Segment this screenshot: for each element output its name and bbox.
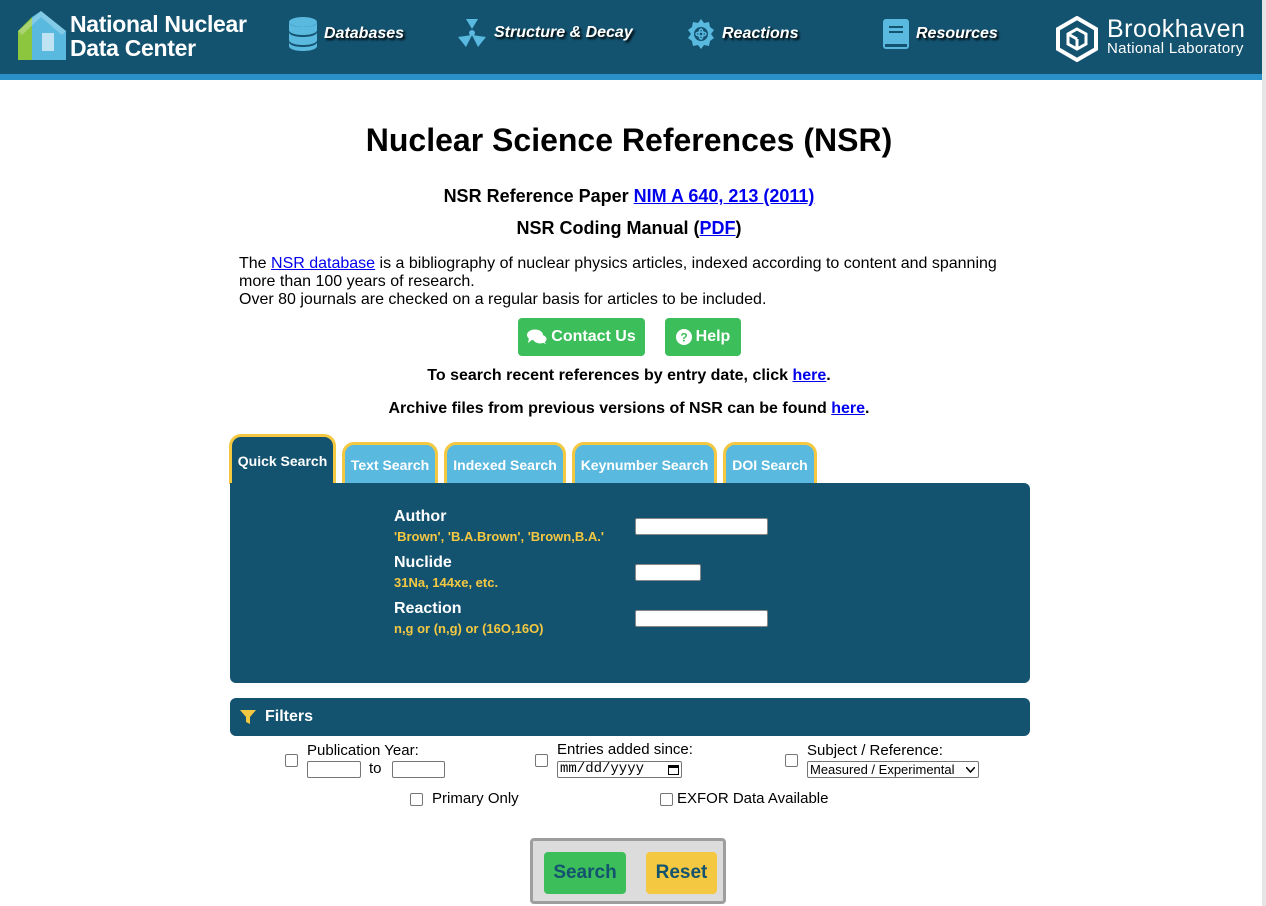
help-label: Help	[695, 328, 731, 345]
recent-suffix: .	[826, 367, 831, 384]
nav-reactions[interactable]: Reactions	[686, 17, 798, 51]
year-to-input[interactable]	[392, 761, 445, 778]
reaction-hint: n,g or (n,g) or (16O,16O)	[394, 621, 544, 636]
archive-here-link[interactable]: here	[831, 400, 865, 417]
calendar-icon	[668, 765, 679, 775]
recent-prefix: To search recent references by entry dat…	[427, 367, 793, 384]
nav-databases[interactable]: Databases	[288, 17, 404, 51]
nav-databases-label: Databases	[324, 25, 405, 42]
desc-line2: Over 80 journals are checked on a regula…	[239, 291, 767, 308]
nuclide-hint: 31Na, 144xe, etc.	[394, 575, 499, 590]
brookhaven-hex-icon	[1056, 16, 1098, 62]
subject-reference-checkbox[interactable]	[785, 754, 798, 767]
subject-reference-select[interactable]: Measured / Experimental	[807, 761, 979, 778]
archive-suffix: .	[865, 400, 870, 417]
year-to-label: to	[369, 760, 382, 777]
search-button[interactable]: Search	[544, 852, 626, 894]
author-input[interactable]	[635, 518, 768, 535]
nav-resources-label: Resources	[916, 25, 998, 42]
coding-manual-line: NSR Coding Manual (PDF)	[0, 218, 1258, 239]
year-from-input[interactable]	[307, 761, 361, 778]
logo-line2: Data Center	[70, 35, 196, 61]
nuclide-input[interactable]	[635, 564, 701, 581]
quick-search-panel: Author 'Brown', 'B.A.Brown', 'Brown,B.A.…	[230, 483, 1030, 683]
bnl-line1: Brookhaven	[1107, 15, 1246, 43]
radiation-icon	[458, 19, 486, 47]
contact-us-label: Contact Us	[551, 328, 636, 345]
header-accent-line	[0, 74, 1262, 80]
filter-icon	[240, 710, 256, 724]
subject-reference-selected: Measured / Experimental	[810, 762, 955, 777]
archive-line: Archive files from previous versions of …	[0, 400, 1258, 418]
nav-resources[interactable]: Resources	[882, 17, 998, 51]
bnl-line2: National Laboratory	[1107, 40, 1244, 57]
publication-year-label: Publication Year:	[307, 742, 419, 759]
nav-reactions-label: Reactions	[722, 25, 799, 42]
coding-manual-prefix: NSR Coding Manual (	[516, 218, 700, 238]
book-icon	[883, 19, 909, 49]
nav-structure-decay[interactable]: Structure & Decay	[456, 17, 633, 49]
archive-prefix: Archive files from previous versions of …	[388, 400, 832, 417]
action-button-box: Search Reset	[530, 838, 726, 904]
entries-since-label: Entries added since:	[557, 741, 693, 758]
chevron-down-icon	[966, 767, 975, 773]
entries-since-checkbox[interactable]	[535, 754, 548, 767]
tab-indexed-search[interactable]: Indexed Search	[444, 442, 566, 484]
tab-text-search[interactable]: Text Search	[342, 442, 438, 484]
reference-paper-link[interactable]: NIM A 640, 213 (2011)	[634, 186, 815, 206]
page-title: Nuclear Science References (NSR)	[365, 122, 893, 158]
filters-bar[interactable]: Filters	[230, 698, 1030, 736]
coding-manual-pdf-link[interactable]: PDF	[700, 218, 736, 238]
site-header: National Nuclear Data Center Databases S…	[0, 0, 1262, 74]
primary-only-checkbox[interactable]	[410, 793, 423, 806]
coding-manual-suffix: )	[735, 218, 742, 238]
reference-paper-line: NSR Reference Paper NIM A 640, 213 (2011…	[0, 186, 1258, 207]
primary-only-label: Primary Only	[432, 790, 519, 807]
nav-structure-decay-label: Structure & Decay	[494, 24, 633, 41]
filters-title: Filters	[265, 708, 314, 725]
svg-text:?: ?	[680, 331, 687, 345]
reference-paper-prefix: NSR Reference Paper	[443, 186, 634, 206]
exfor-label: EXFOR Data Available	[677, 790, 829, 807]
author-hint: 'Brown', 'B.A.Brown', 'Brown,B.A.'	[394, 529, 604, 544]
contact-us-button[interactable]: Contact Us	[518, 318, 645, 356]
nsr-database-link[interactable]: NSR database	[271, 255, 375, 272]
house-logo-icon	[16, 11, 66, 61]
reaction-input[interactable]	[635, 610, 768, 627]
entries-since-date-input[interactable]: mm/dd/yyyy	[557, 761, 682, 778]
description: The NSR database is a bibliography of nu…	[239, 255, 1019, 309]
reset-button[interactable]: Reset	[646, 852, 717, 894]
question-circle-icon: ?	[675, 329, 692, 345]
nuclide-label: Nuclide	[394, 554, 452, 571]
atom-gear-icon	[688, 19, 714, 49]
publication-year-checkbox[interactable]	[285, 754, 298, 767]
comments-icon	[527, 329, 547, 344]
recent-references-line: To search recent references by entry dat…	[0, 367, 1258, 385]
reaction-label: Reaction	[394, 600, 462, 617]
subject-reference-label: Subject / Reference:	[807, 742, 943, 759]
database-icon	[289, 17, 317, 51]
tab-quick-search[interactable]: Quick Search	[229, 434, 336, 484]
tab-keynumber-search[interactable]: Keynumber Search	[572, 442, 717, 484]
page-scrollbar[interactable]	[1262, 0, 1266, 906]
desc-the: The	[239, 255, 272, 272]
logo-text: National Nuclear Data Center	[70, 12, 247, 60]
exfor-checkbox[interactable]	[660, 793, 673, 806]
logo-line1: National Nuclear	[70, 11, 247, 37]
help-button[interactable]: ? Help	[665, 318, 741, 356]
recent-here-link[interactable]: here	[792, 367, 826, 384]
brookhaven-logo[interactable]: Brookhaven National Laboratory	[1055, 16, 1245, 62]
nndc-logo[interactable]: National Nuclear Data Center	[16, 11, 247, 61]
author-label: Author	[394, 508, 447, 525]
tab-doi-search[interactable]: DOI Search	[723, 442, 817, 484]
date-placeholder: mm/dd/yyyy	[560, 761, 645, 777]
